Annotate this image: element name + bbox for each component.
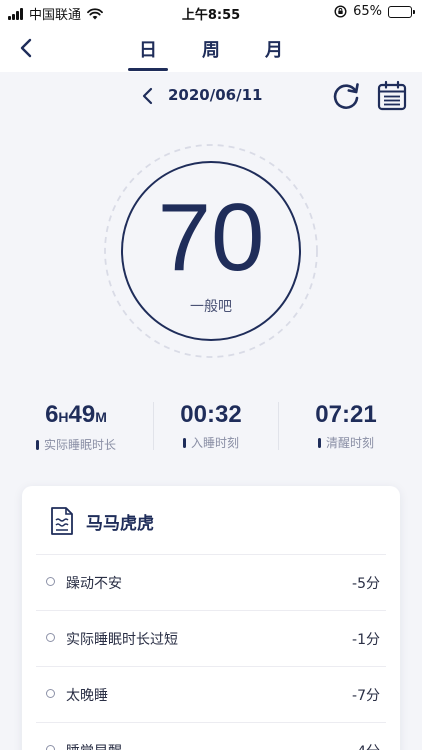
score-rating-label: 一般吧 [190,299,232,315]
stat-actual-sleep-label: 实际睡眠时长 [43,438,116,452]
status-right: 65% [334,4,415,19]
current-date: 2020/06/11 [168,86,263,104]
stat-wake-up-label: 清醒时刻 [325,436,374,450]
previous-date-icon[interactable] [138,86,158,106]
deduction-score: -1分 [352,632,380,648]
period-tabs: 日 周 月 [0,26,422,72]
stat-actual-sleep: 6H49M 实际睡眠时长 [6,400,146,453]
stat-wake-up-value: 07:21 [315,401,377,428]
score-breakdown-card: 马马虎虎 躁动不安 -5分 实际睡眠时长过短 -1分 太晚睡 -7分 睡觉早醒 … [22,486,400,750]
orientation-lock-icon [334,5,347,18]
battery-icon [388,5,415,18]
report-document-icon [51,507,73,535]
sleep-score: 70 [157,184,265,291]
nav-bar: 日 周 月 [0,26,422,72]
stat-actual-sleep-value: 6H49M [45,401,107,428]
deduction-score: -5分 [352,576,380,592]
deduction-name: 太晚睡 [66,688,108,704]
deduction-score: -4分 [352,741,380,750]
bullet-icon [46,689,55,698]
bullet-icon [46,633,55,642]
deduction-name: 睡觉早醒 [66,741,122,750]
tab-day[interactable]: 日 [128,36,168,71]
tab-week[interactable]: 周 [191,36,231,62]
bullet-icon [46,577,55,586]
stat-fall-asleep-label: 入睡时刻 [190,436,239,450]
date-row: 2020/06/11 [0,80,422,112]
deduction-name: 躁动不安 [66,576,122,592]
list-item: 太晚睡 -7分 [36,666,386,722]
list-item: 实际睡眠时长过短 -1分 [36,610,386,666]
battery-percent: 65% [353,4,382,19]
stat-wake-up: 07:21 清醒时刻 [276,400,416,451]
bullet-icon [46,745,55,750]
card-header: 马马虎虎 [50,504,154,538]
stat-fall-asleep: 00:32 入睡时刻 [141,400,281,451]
list-item: 躁动不安 -5分 [36,554,386,610]
stat-fall-asleep-value: 00:32 [180,401,242,428]
status-bar: 中国联通 上午8:55 65% [0,0,422,26]
deduction-score: -7分 [352,688,380,704]
sleep-stats: 6H49M 实际睡眠时长 00:32 入睡时刻 07:21 清醒时刻 [0,400,422,454]
card-title: 马马虎虎 [86,513,154,534]
tab-month[interactable]: 月 [254,36,294,62]
refresh-icon[interactable] [330,80,362,112]
list-item: 睡觉早醒 -4分 [36,722,386,750]
deduction-name: 实际睡眠时长过短 [66,632,178,648]
calendar-icon[interactable] [376,80,408,112]
